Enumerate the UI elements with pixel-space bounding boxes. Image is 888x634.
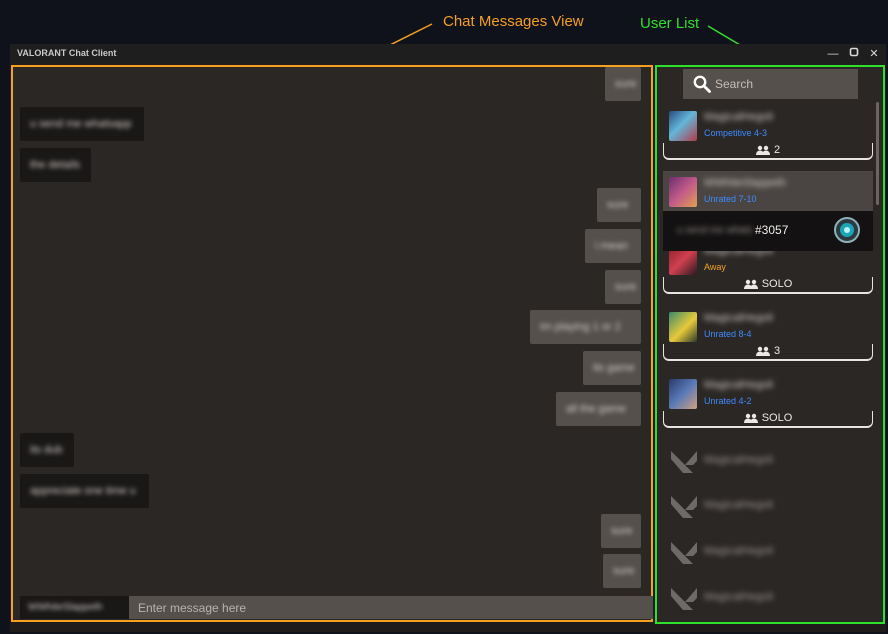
message-bubble: sure <box>601 514 641 548</box>
avatar <box>669 379 697 409</box>
message-text: appreciate one time u <box>30 485 136 497</box>
window-title: VALORANT Chat Client <box>17 48 117 58</box>
valorant-logo-icon <box>671 451 697 473</box>
avatar <box>669 111 697 141</box>
sender-name-text: WWhiteSlappeth <box>28 602 103 613</box>
message-bubble: the details <box>20 148 91 182</box>
offline-user-entry[interactable]: MagicalHegoli <box>663 441 873 481</box>
message-bubble: u send me whatsapp <box>20 107 144 141</box>
valorant-logo-icon <box>671 588 697 610</box>
minimize-icon[interactable]: — <box>825 46 841 62</box>
search-input[interactable] <box>715 69 853 99</box>
user-status: Unrated 4-2 <box>704 396 752 406</box>
message-bubble: sure <box>603 554 641 588</box>
party-icon <box>755 145 770 155</box>
message-text: sure <box>615 78 637 90</box>
message-text: sure <box>611 525 633 537</box>
message-bubble: i mean <box>585 229 641 263</box>
party-size: SOLO <box>761 278 793 290</box>
party-size-bar: SOLO <box>663 411 873 428</box>
userlist-annotation-label: User List <box>640 15 700 32</box>
message-text: u send me whatsapp <box>30 118 132 130</box>
party-size: 2 <box>773 144 781 156</box>
title-bar[interactable]: VALORANT Chat Client — ✕ <box>10 44 886 64</box>
restore-icon[interactable] <box>846 46 862 62</box>
offline-user-entry[interactable]: MagicalHegoli <box>663 532 873 572</box>
search-icon <box>693 75 711 93</box>
message-text: i mean <box>595 240 629 252</box>
message-text: sure <box>613 565 635 577</box>
user-hover-card: u send me whats #3057 <box>663 211 873 251</box>
user-status: Away <box>704 262 726 272</box>
message-bubble: appreciate one time u <box>20 474 149 508</box>
message-bubble: sure <box>605 67 641 101</box>
message-bubble: im playing 1 or 2 <box>530 310 641 344</box>
user-name: WWhiteSlappeth <box>704 177 786 189</box>
message-bubble: sure <box>605 270 641 304</box>
avatar <box>669 312 697 342</box>
user-status: Unrated 7-10 <box>704 194 757 204</box>
close-icon[interactable]: ✕ <box>866 46 882 62</box>
hover-card-name: u send me whats <box>677 225 753 236</box>
user-list[interactable]: MagicalHegoli Competitive 4-3 2 WWhiteSl… <box>655 65 885 624</box>
message-input[interactable] <box>129 596 653 619</box>
user-name: MagicalHegoli <box>704 454 774 466</box>
sender-name: WWhiteSlappeth <box>20 596 129 619</box>
user-name: MagicalHegoli <box>704 111 774 123</box>
party-icon <box>743 279 758 289</box>
message-text: sure <box>607 199 629 211</box>
app-window: VALORANT Chat Client — ✕ sure u send me … <box>10 44 886 632</box>
user-name: MagicalHegoli <box>704 312 774 324</box>
scrollbar-thumb[interactable] <box>876 102 879 205</box>
user-status: Unrated 8-4 <box>704 329 752 339</box>
offline-user-entry[interactable]: MagicalHegoli <box>663 486 873 526</box>
search-box[interactable] <box>683 69 858 99</box>
party-size-bar: 3 <box>663 344 873 361</box>
offline-user-entry[interactable]: MagicalHegoli <box>663 578 873 618</box>
user-status: Competitive 4-3 <box>704 128 768 138</box>
user-name: MagicalHegoli <box>704 591 774 603</box>
message-bubble: sure <box>597 188 641 222</box>
message-composer: WWhiteSlappeth <box>20 596 653 619</box>
user-name: MagicalHegoli <box>704 545 774 557</box>
message-text: im playing 1 or 2 <box>540 321 621 333</box>
valorant-logo-icon <box>671 496 697 518</box>
message-bubble: its game <box>583 351 641 385</box>
message-text: the details <box>30 159 81 171</box>
party-icon <box>743 413 758 423</box>
party-icon <box>755 346 770 356</box>
party-size: 3 <box>773 345 781 357</box>
message-bubble: all the game <box>556 392 641 426</box>
party-size: SOLO <box>761 412 793 424</box>
player-card-badge-icon <box>834 217 860 243</box>
user-entry-selected[interactable]: WWhiteSlappeth Unrated 7-10 <box>663 171 873 215</box>
party-size-bar: SOLO <box>663 277 873 294</box>
hover-card-tag: #3057 <box>755 223 789 237</box>
user-name: MagicalHegoli <box>704 499 774 511</box>
message-text: all the game <box>566 403 626 415</box>
avatar <box>669 177 697 207</box>
user-name: MagicalHegoli <box>704 379 774 391</box>
message-text: sure <box>615 281 637 293</box>
chat-messages-view[interactable]: sure u send me whatsapp the details sure… <box>11 65 653 622</box>
message-text: its game <box>593 362 635 374</box>
party-size-bar: 2 <box>663 143 873 160</box>
valorant-logo-icon <box>671 542 697 564</box>
chat-annotation-label: Chat Messages View <box>443 13 584 30</box>
message-bubble: its dub <box>20 433 74 467</box>
message-text: its dub <box>30 444 63 456</box>
